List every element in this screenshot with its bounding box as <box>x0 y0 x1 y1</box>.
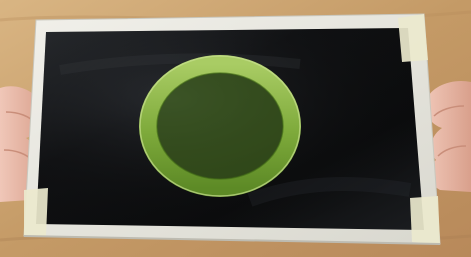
photo-canvas <box>0 0 471 257</box>
tape-top-right <box>398 14 428 62</box>
photo-scene <box>0 0 471 257</box>
tape-bottom-right <box>410 196 440 244</box>
tape-bottom-left <box>24 188 48 236</box>
green-ring-icon <box>139 55 301 197</box>
